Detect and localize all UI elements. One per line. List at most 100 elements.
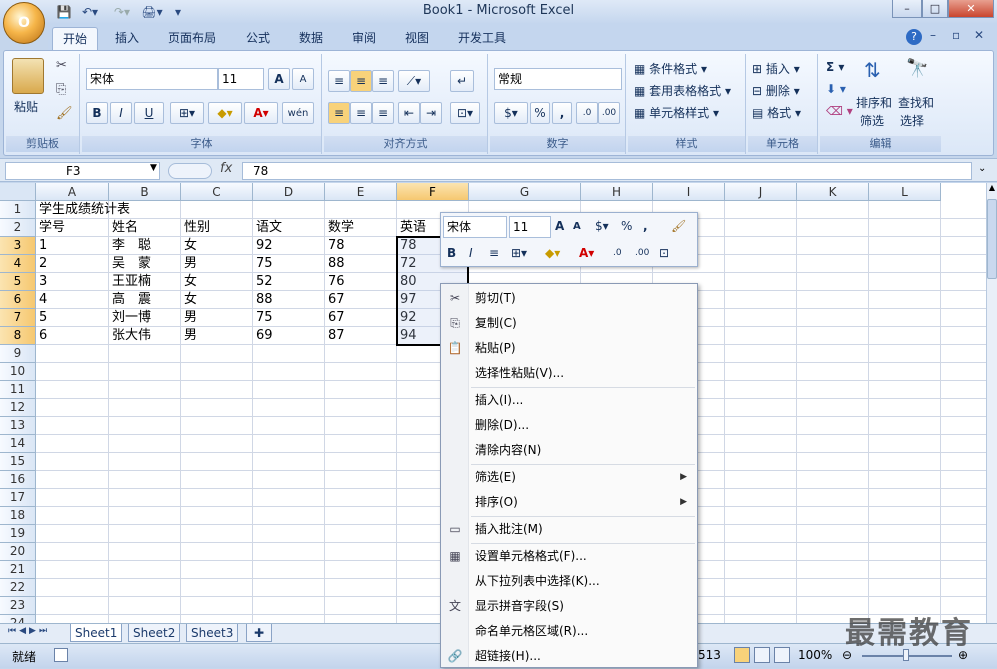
context-menu-item[interactable]: 文显示拼音字段(S) bbox=[441, 594, 697, 619]
table-cell[interactable]: 87 bbox=[325, 327, 345, 345]
table-cell[interactable]: 男 bbox=[181, 309, 197, 327]
formula-input[interactable]: 78 bbox=[242, 162, 972, 180]
paste-button[interactable]: 粘贴 bbox=[14, 98, 38, 115]
cut-icon[interactable]: ✂ bbox=[56, 58, 67, 73]
context-menu-item[interactable]: 📋 粘贴(P) bbox=[441, 336, 697, 361]
orientation-icon[interactable]: ⟋▾ bbox=[398, 70, 430, 92]
name-box[interactable]: F3 bbox=[5, 162, 160, 180]
clear-icon[interactable]: ⌫ ▾ bbox=[826, 104, 853, 118]
column-header-G[interactable]: G bbox=[469, 183, 581, 201]
table-cell[interactable]: 88 bbox=[325, 255, 345, 273]
row-header-9[interactable]: 9 bbox=[0, 345, 36, 363]
shrink-font-button[interactable]: A bbox=[292, 68, 314, 90]
insert-function-icon[interactable]: fx bbox=[220, 161, 232, 176]
select-all-corner[interactable] bbox=[0, 183, 36, 201]
table-cell[interactable]: 高 震 bbox=[109, 291, 151, 309]
cell-header[interactable]: 学号 bbox=[36, 219, 65, 237]
row-header-23[interactable]: 23 bbox=[0, 597, 36, 615]
percent-button[interactable]: % bbox=[530, 102, 550, 124]
context-menu-item[interactable]: 筛选(E) ▶ bbox=[441, 465, 697, 490]
tab-page-layout[interactable]: 页面布局 bbox=[158, 27, 226, 50]
row-header-14[interactable]: 14 bbox=[0, 435, 36, 453]
mini-comma-button[interactable]: , bbox=[643, 219, 648, 233]
cell-styles-button[interactable]: ▦ 单元格样式 ▾ bbox=[634, 104, 719, 121]
table-cell[interactable]: 69 bbox=[253, 327, 273, 345]
mini-bold-icon[interactable]: B bbox=[447, 246, 456, 260]
table-cell[interactable]: 女 bbox=[181, 273, 197, 291]
maximize-button[interactable]: □ bbox=[922, 0, 948, 18]
row-header-11[interactable]: 11 bbox=[0, 381, 36, 399]
table-cell[interactable]: 李 聪 bbox=[109, 237, 151, 255]
table-cell[interactable]: 52 bbox=[253, 273, 273, 291]
row-header-12[interactable]: 12 bbox=[0, 399, 36, 417]
name-box-dropdown-icon[interactable]: ▼ bbox=[150, 163, 157, 173]
row-header-24[interactable]: 24 bbox=[0, 615, 36, 623]
table-cell[interactable]: 6 bbox=[36, 327, 47, 345]
context-menu-item[interactable]: 清除内容(N) bbox=[441, 438, 697, 463]
table-cell[interactable]: 王亚楠 bbox=[109, 273, 151, 291]
row-header-10[interactable]: 10 bbox=[0, 363, 36, 381]
context-menu-item[interactable]: 插入(I)... bbox=[441, 388, 697, 413]
borders-icon[interactable]: ⊞▾ bbox=[170, 102, 204, 124]
font-name-combo[interactable]: 宋体 bbox=[86, 68, 218, 90]
row-header-4[interactable]: 4 bbox=[0, 255, 36, 273]
decrease-decimal-icon[interactable]: .00 bbox=[598, 102, 620, 124]
align-top-icon[interactable]: ≡ bbox=[328, 70, 350, 92]
align-center-icon[interactable]: ≡ bbox=[350, 102, 372, 124]
sheet-tab-1[interactable]: Sheet1 bbox=[70, 624, 123, 642]
context-menu-item[interactable]: ⎘ 复制(C) bbox=[441, 311, 697, 336]
table-cell[interactable]: 1 bbox=[36, 237, 47, 255]
row-header-18[interactable]: 18 bbox=[0, 507, 36, 525]
cell-header[interactable]: 语文 bbox=[253, 219, 282, 237]
row-header-21[interactable]: 21 bbox=[0, 561, 36, 579]
format-painter-icon[interactable]: 🖌 bbox=[56, 106, 73, 121]
column-header-E[interactable]: E bbox=[325, 183, 397, 201]
column-header-H[interactable]: H bbox=[581, 183, 653, 201]
table-cell[interactable]: 吴 蒙 bbox=[109, 255, 151, 273]
copy-icon[interactable]: ⎘ bbox=[56, 82, 66, 97]
row-header-1[interactable]: 1 bbox=[0, 201, 36, 219]
mini-font-color-icon[interactable]: A▾ bbox=[579, 246, 594, 260]
context-menu-item[interactable]: 选择性粘贴(V)... bbox=[441, 361, 697, 386]
delete-cells-button[interactable]: ⊟ 删除 ▾ bbox=[752, 82, 800, 99]
align-right-icon[interactable]: ≡ bbox=[372, 102, 394, 124]
scroll-thumb[interactable] bbox=[987, 199, 997, 279]
column-header-L[interactable]: L bbox=[869, 183, 941, 201]
table-cell[interactable]: 张大伟 bbox=[109, 327, 151, 345]
table-cell[interactable]: 5 bbox=[36, 309, 47, 327]
mini-grow-font-icon[interactable]: A bbox=[555, 219, 564, 233]
row-header-5[interactable]: 5 bbox=[0, 273, 36, 291]
fill-color-icon[interactable]: ◆▾ bbox=[208, 102, 242, 124]
cell-header[interactable]: 英语 bbox=[397, 219, 426, 237]
save-icon[interactable]: 💾 bbox=[56, 3, 72, 21]
formula-expand-handle[interactable] bbox=[168, 163, 212, 179]
column-header-J[interactable]: J bbox=[725, 183, 797, 201]
table-cell[interactable]: 75 bbox=[253, 309, 273, 327]
row-header-6[interactable]: 6 bbox=[0, 291, 36, 309]
normal-view-icon[interactable] bbox=[734, 647, 750, 663]
sheet-tab-2[interactable]: Sheet2 bbox=[128, 624, 181, 642]
column-header-C[interactable]: C bbox=[181, 183, 253, 201]
currency-icon[interactable]: $▾ bbox=[494, 102, 528, 124]
format-as-table-button[interactable]: ▦ 套用表格格式 ▾ bbox=[634, 82, 731, 99]
underline-button[interactable]: U bbox=[134, 102, 164, 124]
table-cell[interactable]: 67 bbox=[325, 309, 345, 327]
row-header-22[interactable]: 22 bbox=[0, 579, 36, 597]
undo-icon[interactable]: ↶▾ bbox=[78, 3, 102, 21]
table-cell[interactable]: 3 bbox=[36, 273, 47, 291]
customize-qat-icon[interactable]: ▾ bbox=[172, 3, 184, 21]
table-cell[interactable]: 2 bbox=[36, 255, 47, 273]
conditional-formatting-button[interactable]: ▦ 条件格式 ▾ bbox=[634, 60, 707, 77]
mini-format-painter-icon[interactable]: 🖌 bbox=[671, 219, 686, 233]
sheet-tab-3[interactable]: Sheet3 bbox=[186, 624, 239, 642]
print-preview-icon[interactable]: 🖨▾ bbox=[140, 3, 164, 21]
increase-indent-icon[interactable]: ⇥ bbox=[420, 102, 442, 124]
column-header-I[interactable]: I bbox=[653, 183, 725, 201]
row-header-20[interactable]: 20 bbox=[0, 543, 36, 561]
office-button[interactable]: O bbox=[3, 2, 45, 44]
row-header-8[interactable]: 8 bbox=[0, 327, 36, 345]
scroll-up-icon[interactable]: ▲ bbox=[987, 183, 997, 197]
table-cell[interactable]: 88 bbox=[253, 291, 273, 309]
align-middle-icon[interactable]: ≡ bbox=[350, 70, 372, 92]
tab-insert[interactable]: 插入 bbox=[105, 27, 149, 50]
